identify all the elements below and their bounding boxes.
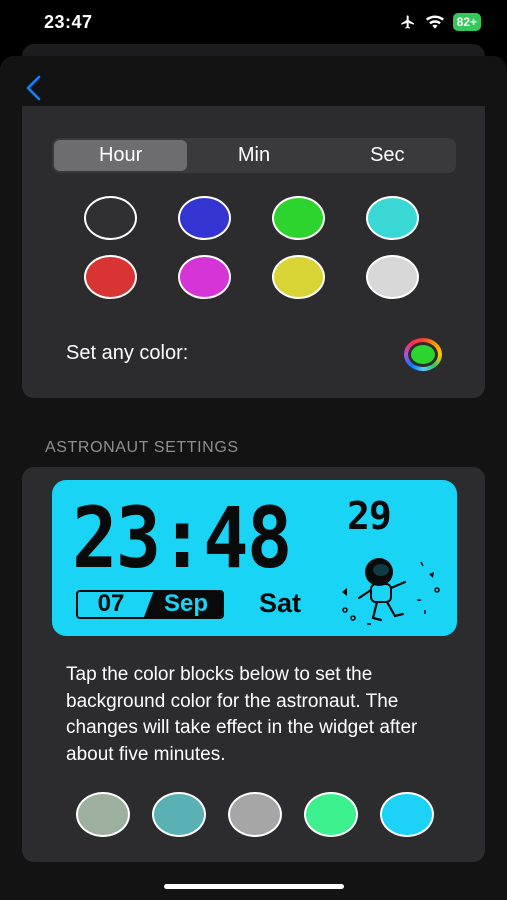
bg-swatch-teal[interactable] <box>152 792 206 837</box>
battery-indicator: 82+ <box>452 13 481 31</box>
airplane-icon <box>400 15 414 29</box>
widget-date: 07 Sep <box>76 590 224 619</box>
wifi-icon <box>425 15 444 29</box>
widget-weekday: Sat <box>259 588 302 618</box>
tab-min[interactable]: Min <box>187 140 320 171</box>
bg-swatch-sage[interactable] <box>76 792 130 837</box>
chevron-left-icon <box>26 75 41 101</box>
astronaut-icon <box>342 558 440 625</box>
color-swatch-dark-gray[interactable] <box>84 196 137 240</box>
widget-time: 23:48 <box>72 489 292 587</box>
color-well-button[interactable] <box>404 338 442 371</box>
widget-month: Sep <box>144 592 222 617</box>
home-indicator <box>164 884 344 889</box>
color-swatch-turquoise[interactable] <box>366 196 419 240</box>
astronaut-color-swatches <box>76 792 434 837</box>
color-well-ring <box>408 342 438 367</box>
color-swatch-light-gray[interactable] <box>366 255 419 299</box>
status-icons: 82+ <box>399 13 481 31</box>
widget-preview: 23:48 29 07 Sep Sat <box>52 480 457 636</box>
astronaut-settings-card: 23:48 29 07 Sep Sat Tap the color blocks… <box>22 467 485 862</box>
color-swatch-yellow[interactable] <box>272 255 325 299</box>
hand-segmented-control: Hour Min Sec <box>52 138 456 173</box>
color-swatch-red[interactable] <box>84 255 137 299</box>
status-bar: 23:47 82+ <box>0 0 507 46</box>
any-color-row: Set any color: <box>66 338 442 371</box>
bg-swatch-sky-blue[interactable] <box>380 792 434 837</box>
bg-swatch-gray[interactable] <box>228 792 282 837</box>
widget-day: 07 <box>97 590 125 617</box>
status-time: 23:47 <box>44 12 93 32</box>
selected-color-dot <box>411 345 435 364</box>
bg-swatch-mint[interactable] <box>304 792 358 837</box>
hand-color-swatches <box>84 196 424 299</box>
tab-sec[interactable]: Sec <box>321 140 454 171</box>
hand-color-card: Hour Min Sec Set any color: <box>22 106 485 398</box>
color-swatch-green[interactable] <box>272 196 325 240</box>
color-swatch-blue[interactable] <box>178 196 231 240</box>
widget-seconds: 29 <box>347 494 392 538</box>
back-button[interactable] <box>22 74 46 102</box>
color-swatch-magenta[interactable] <box>178 255 231 299</box>
tab-hour[interactable]: Hour <box>54 140 188 171</box>
astronaut-description: Tap the color blocks below to set the ba… <box>66 664 418 765</box>
astronaut-section-header: ASTRONAUT SETTINGS <box>45 439 239 456</box>
any-color-label: Set any color: <box>66 342 189 364</box>
battery-level: 82+ <box>456 15 477 29</box>
